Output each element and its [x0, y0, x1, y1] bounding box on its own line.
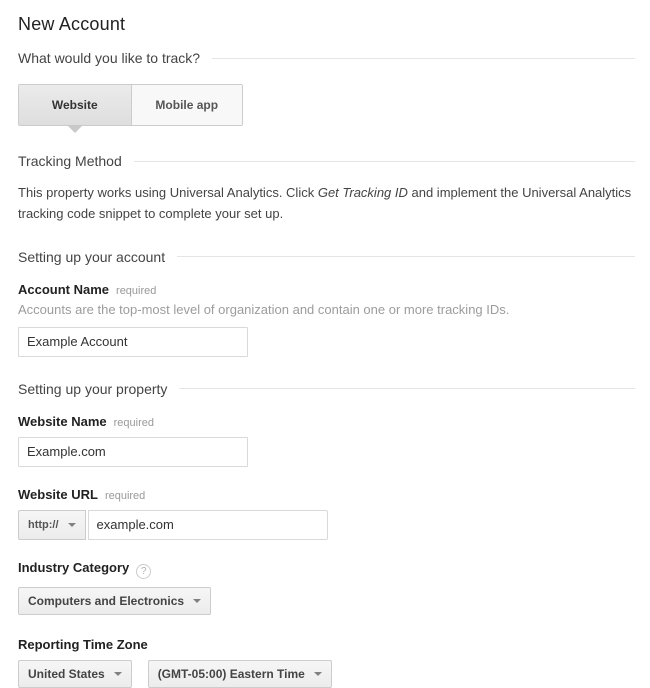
industry-category-dropdown[interactable]: Computers and Electronics: [18, 587, 211, 615]
account-name-label-row: Account Name required: [18, 282, 635, 297]
timezone-value: (GMT-05:00) Eastern Time: [158, 667, 305, 681]
url-protocol-value: http://: [28, 519, 59, 531]
description-prefix: This property works using Universal Anal…: [18, 185, 318, 200]
track-section-header: What would you like to track?: [18, 50, 635, 66]
account-section-header: Setting up your account: [18, 249, 635, 265]
tab-website[interactable]: Website: [19, 85, 131, 125]
selected-tab-pointer-icon: [67, 125, 83, 133]
website-url-row: http://: [18, 510, 635, 540]
website-url-input[interactable]: [88, 510, 328, 540]
country-value: United States: [28, 667, 105, 681]
property-section-header: Setting up your property: [18, 381, 635, 397]
required-badge: required: [116, 285, 156, 297]
chevron-down-icon: [68, 523, 76, 527]
reporting-time-zone-label-row: Reporting Time Zone: [18, 637, 635, 652]
reporting-time-zone-row: United States (GMT-05:00) Eastern Time: [18, 660, 635, 688]
required-badge: required: [114, 417, 154, 429]
account-name-help-text: Accounts are the top-most level of organ…: [18, 302, 635, 317]
website-url-label: Website URL: [18, 487, 98, 502]
property-section-heading: Setting up your property: [18, 381, 167, 397]
page-title: New Account: [18, 14, 635, 35]
tab-mobile-app[interactable]: Mobile app: [131, 85, 243, 125]
industry-category-value: Computers and Electronics: [28, 594, 184, 608]
chevron-down-icon: [114, 672, 122, 676]
chevron-down-icon: [314, 672, 322, 676]
section-divider: [179, 388, 635, 389]
account-name-input[interactable]: [18, 327, 248, 357]
section-divider: [212, 58, 635, 59]
industry-category-label: Industry Category: [18, 560, 129, 575]
timezone-dropdown[interactable]: (GMT-05:00) Eastern Time: [148, 660, 332, 688]
required-badge: required: [105, 490, 145, 502]
tab-mobile-app-label: Mobile app: [155, 98, 218, 112]
website-name-label: Website Name: [18, 414, 107, 429]
help-question-icon[interactable]: ?: [136, 564, 151, 579]
account-section-heading: Setting up your account: [18, 249, 165, 265]
industry-category-label-row: Industry Category ?: [18, 560, 635, 577]
country-dropdown[interactable]: United States: [18, 660, 132, 688]
website-url-label-row: Website URL required: [18, 487, 635, 502]
section-divider: [134, 161, 635, 162]
track-type-tabs: Website Mobile app: [18, 84, 243, 126]
reporting-time-zone-label: Reporting Time Zone: [18, 637, 148, 652]
account-name-label: Account Name: [18, 282, 109, 297]
section-divider: [177, 256, 635, 257]
tracking-method-description: This property works using Universal Anal…: [18, 182, 635, 225]
chevron-down-icon: [193, 599, 201, 603]
new-account-page: New Account What would you like to track…: [0, 0, 650, 688]
description-italic: Get Tracking ID: [318, 185, 408, 200]
url-protocol-dropdown[interactable]: http://: [18, 510, 86, 540]
website-name-label-row: Website Name required: [18, 414, 635, 429]
tracking-method-heading: Tracking Method: [18, 153, 122, 169]
tab-website-label: Website: [52, 98, 98, 112]
track-section-heading: What would you like to track?: [18, 50, 200, 66]
tracking-method-header: Tracking Method: [18, 153, 635, 169]
website-name-input[interactable]: [18, 437, 248, 467]
